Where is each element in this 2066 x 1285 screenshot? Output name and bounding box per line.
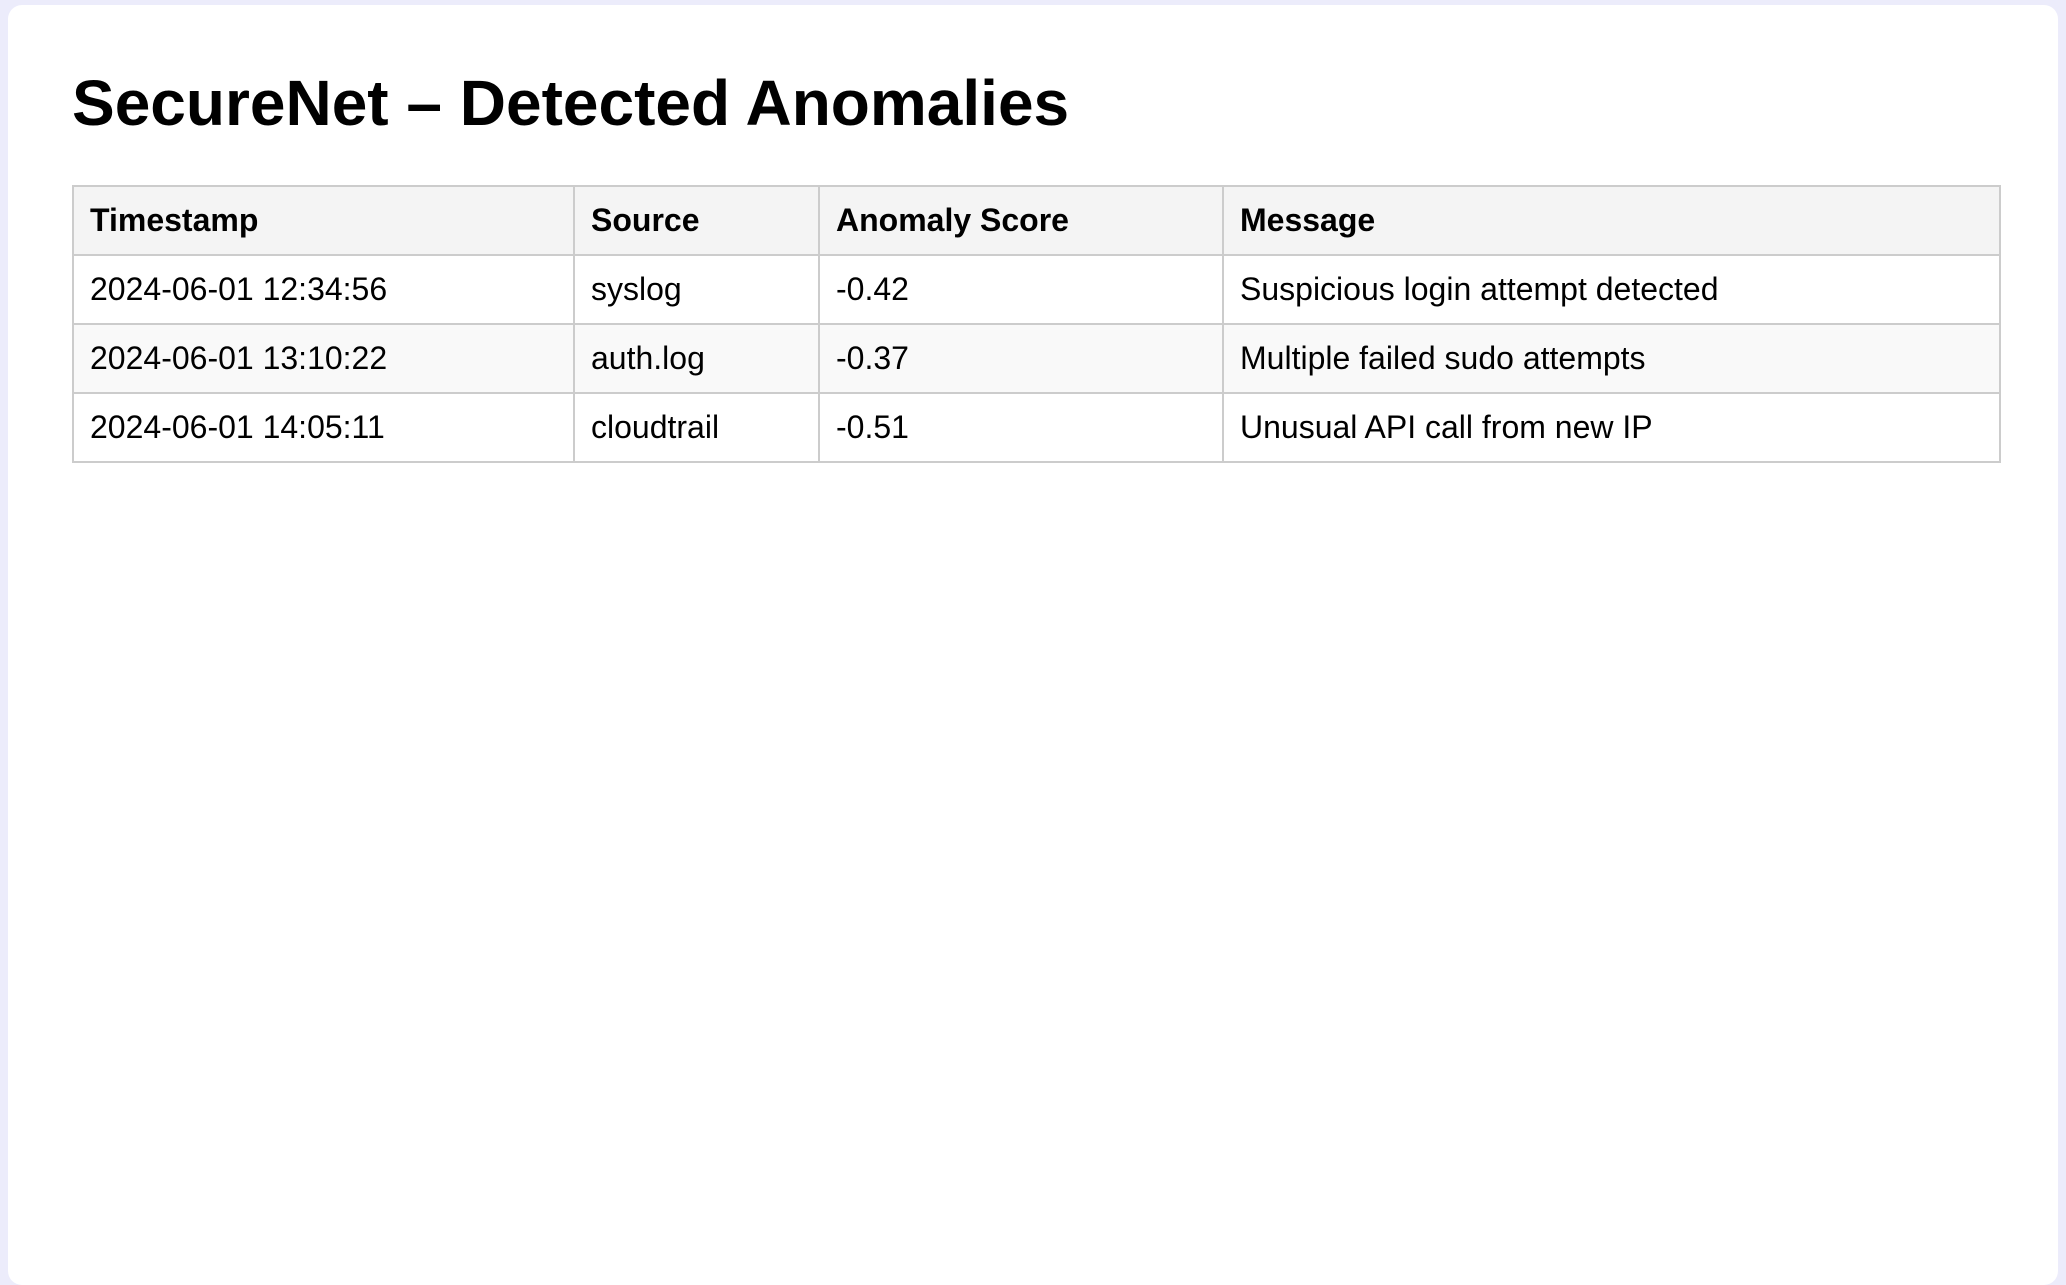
message-cell: Multiple failed sudo attempts	[1222, 323, 2001, 394]
message-cell: Suspicious login attempt detected	[1222, 254, 2001, 325]
column-header-source: Source	[573, 185, 820, 256]
table-row: 2024-06-01 13:10:22 auth.log -0.37 Multi…	[72, 323, 2001, 394]
main-card: SecureNet – Detected Anomalies Timestamp…	[8, 5, 2058, 1285]
timestamp-cell: 2024-06-01 13:10:22	[72, 323, 575, 394]
timestamp-cell: 2024-06-01 14:05:11	[72, 392, 575, 463]
anomaly-score-cell: -0.37	[818, 323, 1224, 394]
column-header-anomaly-score: Anomaly Score	[818, 185, 1224, 256]
timestamp-cell: 2024-06-01 12:34:56	[72, 254, 575, 325]
column-header-timestamp: Timestamp	[72, 185, 575, 256]
table-row: 2024-06-01 12:34:56 syslog -0.42 Suspici…	[72, 254, 2001, 325]
anomaly-score-cell: -0.42	[818, 254, 1224, 325]
anomaly-score-cell: -0.51	[818, 392, 1224, 463]
message-cell: Unusual API call from new IP	[1222, 392, 2001, 463]
source-cell: syslog	[573, 254, 820, 325]
source-cell: auth.log	[573, 323, 820, 394]
table-header-row: Timestamp Source Anomaly Score Message	[72, 185, 2001, 256]
table-row: 2024-06-01 14:05:11 cloudtrail -0.51 Unu…	[72, 392, 2001, 463]
anomalies-table: Timestamp Source Anomaly Score Message 2…	[72, 185, 2001, 463]
source-cell: cloudtrail	[573, 392, 820, 463]
page-title: SecureNet – Detected Anomalies	[72, 67, 1070, 139]
column-header-message: Message	[1222, 185, 2001, 256]
